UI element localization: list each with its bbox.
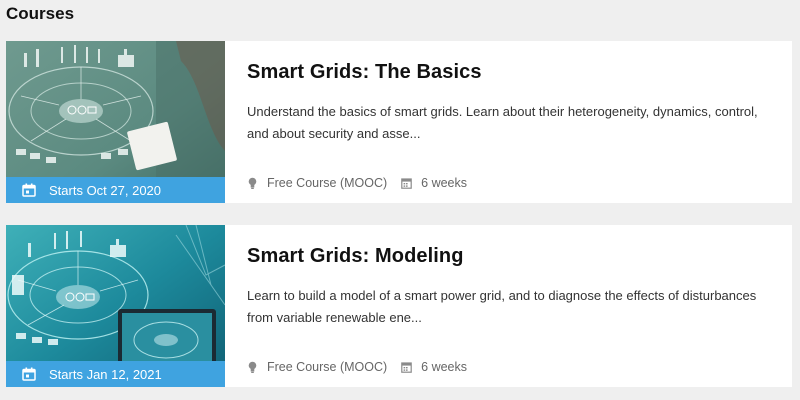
start-date-label: Starts Jan 12, 2021 [49,366,162,382]
lightbulb-icon [248,361,257,373]
calendar-small-icon [401,178,412,189]
calendar-icon [22,367,36,381]
course-description: Learn to build a model of a smart power … [247,288,757,325]
lightbulb-icon [248,177,257,189]
start-date-label: Starts Oct 27, 2020 [49,182,162,198]
course-title[interactable]: Smart Grids: The Basics [247,61,770,84]
course-type: Free Course (MOOC) [267,176,388,190]
course-title[interactable]: Smart Grids: Modeling [247,245,770,268]
course-type: Free Course (MOOC) [267,360,388,374]
course-card[interactable]: Starts Jan 12, 2021 Smart Grids: Modelin… [6,225,792,387]
course-duration: 6 weeks [421,360,468,374]
course-meta: Free Course (MOOC) 6 weeks [247,360,481,374]
section-title: Courses [6,4,75,23]
course-duration: 6 weeks [421,176,468,190]
calendar-icon [22,183,36,197]
course-card[interactable]: Starts Oct 27, 2020 Smart Grids: The Bas… [6,41,792,203]
calendar-small-icon [401,362,412,373]
course-thumbnail[interactable]: Starts Jan 12, 2021 [6,225,225,387]
course-description: Understand the basics of smart grids. Le… [247,104,758,141]
course-meta: Free Course (MOOC) 6 weeks [247,176,481,190]
course-thumbnail[interactable]: Starts Oct 27, 2020 [6,41,225,203]
start-date-bar: Starts Jan 12, 2021 [6,361,225,387]
start-date-bar: Starts Oct 27, 2020 [6,177,225,203]
